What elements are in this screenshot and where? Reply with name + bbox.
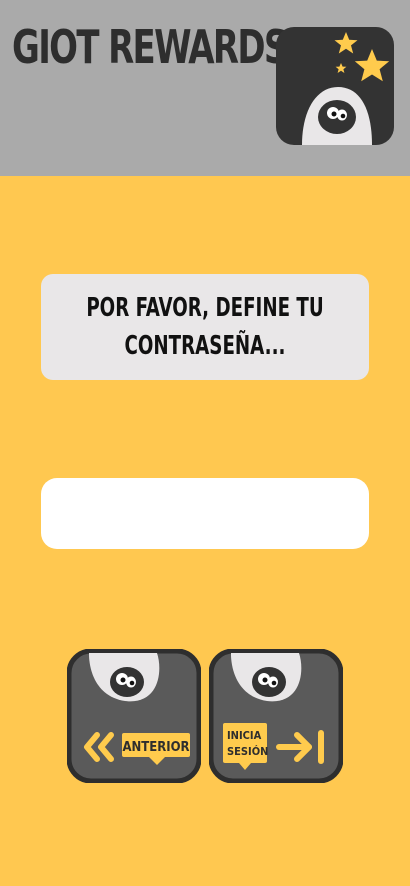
previous-label: ANTERIOR bbox=[122, 740, 189, 755]
login-label-line2: SESIÓN bbox=[227, 745, 268, 758]
login-label-line1: INICIA bbox=[227, 729, 262, 742]
password-prompt-box: POR FAVOR, DEFINE TU CONTRASEÑA... bbox=[41, 274, 369, 380]
giot-logo-icon bbox=[276, 27, 394, 145]
password-input[interactable] bbox=[41, 478, 369, 549]
app-header: GIOT REWARDS bbox=[0, 0, 410, 176]
prompt-line-1: POR FAVOR, DEFINE TU bbox=[86, 293, 324, 323]
prompt-text: POR FAVOR, DEFINE TU CONTRASEÑA... bbox=[77, 289, 333, 365]
previous-button[interactable]: ANTERIOR bbox=[67, 649, 201, 783]
prompt-line-2: CONTRASEÑA... bbox=[124, 331, 286, 361]
app-title: GIOT REWARDS bbox=[12, 20, 288, 74]
login-button[interactable]: INICIA SESIÓN bbox=[209, 649, 343, 783]
